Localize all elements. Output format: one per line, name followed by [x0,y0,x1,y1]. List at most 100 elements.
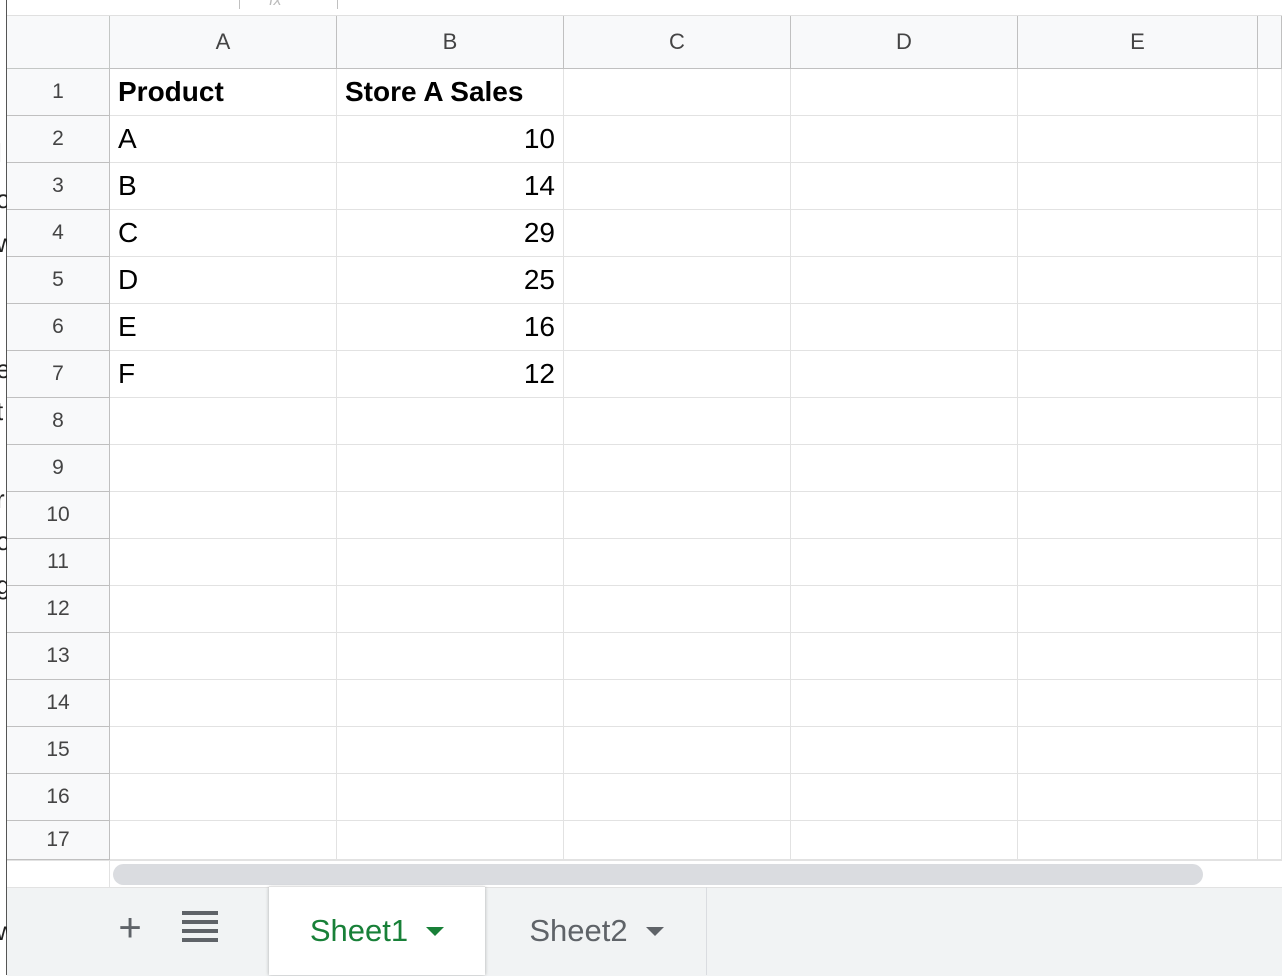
horizontal-scrollbar[interactable] [113,864,1203,885]
cell-c2[interactable] [564,116,791,163]
cell-b14[interactable] [337,680,564,727]
cell-f14[interactable] [1258,680,1282,727]
cell-c14[interactable] [564,680,791,727]
cell-c17[interactable] [564,821,791,860]
cell-b15[interactable] [337,727,564,774]
cell-f11[interactable] [1258,539,1282,586]
cell-f8[interactable] [1258,398,1282,445]
tab-sheet2[interactable]: Sheet2 [487,887,707,975]
cell-c9[interactable] [564,445,791,492]
cell-d14[interactable] [791,680,1018,727]
chevron-down-icon[interactable] [426,926,445,936]
cell-f15[interactable] [1258,727,1282,774]
tab-sheet1[interactable]: Sheet1 [269,887,485,975]
row-header-14[interactable]: 14 [7,680,110,727]
cell-e14[interactable] [1018,680,1258,727]
chevron-down-icon[interactable] [645,926,664,936]
cell-d9[interactable] [791,445,1018,492]
row-header-12[interactable]: 12 [7,586,110,633]
cell-a6[interactable]: E [110,304,337,351]
row-header-10[interactable]: 10 [7,492,110,539]
cell-d17[interactable] [791,821,1018,860]
row-header-7[interactable]: 7 [7,351,110,398]
cell-e2[interactable] [1018,116,1258,163]
cell-a15[interactable] [110,727,337,774]
cell-a17[interactable] [110,821,337,860]
cell-d10[interactable] [791,492,1018,539]
cell-f5[interactable] [1258,257,1282,304]
cell-c5[interactable] [564,257,791,304]
cell-d13[interactable] [791,633,1018,680]
cell-d4[interactable] [791,210,1018,257]
cell-e4[interactable] [1018,210,1258,257]
row-header-1[interactable]: 1 [7,69,110,116]
cell-f3[interactable] [1258,163,1282,210]
cell-d2[interactable] [791,116,1018,163]
cell-f17[interactable] [1258,821,1282,860]
cell-a2[interactable]: A [110,116,337,163]
select-all-corner[interactable] [7,16,114,73]
cell-b4[interactable]: 29 [337,210,564,257]
cell-f6[interactable] [1258,304,1282,351]
cell-b8[interactable] [337,398,564,445]
cell-f13[interactable] [1258,633,1282,680]
cell-e6[interactable] [1018,304,1258,351]
cell-e8[interactable] [1018,398,1258,445]
cell-e16[interactable] [1018,774,1258,821]
cell-b5[interactable]: 25 [337,257,564,304]
row-header-15[interactable]: 15 [7,727,110,774]
column-header-a[interactable]: A [110,16,337,69]
cell-b9[interactable] [337,445,564,492]
cell-a11[interactable] [110,539,337,586]
cell-e9[interactable] [1018,445,1258,492]
row-header-11[interactable]: 11 [7,539,110,586]
cell-c10[interactable] [564,492,791,539]
cell-b6[interactable]: 16 [337,304,564,351]
cell-a12[interactable] [110,586,337,633]
cell-f1[interactable] [1258,69,1282,116]
all-sheets-button[interactable] [182,911,218,945]
cell-c8[interactable] [564,398,791,445]
cell-c1[interactable] [564,69,791,116]
cell-c16[interactable] [564,774,791,821]
cell-a7[interactable]: F [110,351,337,398]
cell-e5[interactable] [1018,257,1258,304]
column-header-d[interactable]: D [791,16,1018,69]
cell-e7[interactable] [1018,351,1258,398]
cell-a9[interactable] [110,445,337,492]
cell-f10[interactable] [1258,492,1282,539]
cell-f4[interactable] [1258,210,1282,257]
cell-d6[interactable] [791,304,1018,351]
cell-a10[interactable] [110,492,337,539]
cell-e12[interactable] [1018,586,1258,633]
cell-e17[interactable] [1018,821,1258,860]
cell-b7[interactable]: 12 [337,351,564,398]
row-header-4[interactable]: 4 [7,210,110,257]
cell-d12[interactable] [791,586,1018,633]
cell-a4[interactable]: C [110,210,337,257]
add-sheet-button[interactable]: + [108,906,152,950]
cell-b2[interactable]: 10 [337,116,564,163]
cell-d8[interactable] [791,398,1018,445]
column-header-f[interactable] [1258,16,1282,69]
cell-e10[interactable] [1018,492,1258,539]
cell-d15[interactable] [791,727,1018,774]
cell-c6[interactable] [564,304,791,351]
cell-b1[interactable]: Store A Sales [337,69,564,116]
cell-b11[interactable] [337,539,564,586]
cell-e15[interactable] [1018,727,1258,774]
cell-c7[interactable] [564,351,791,398]
cell-a3[interactable]: B [110,163,337,210]
cell-d3[interactable] [791,163,1018,210]
cell-e3[interactable] [1018,163,1258,210]
cell-f2[interactable] [1258,116,1282,163]
cell-d5[interactable] [791,257,1018,304]
cell-c12[interactable] [564,586,791,633]
column-header-e[interactable]: E [1018,16,1258,69]
cell-e1[interactable] [1018,69,1258,116]
cell-c3[interactable] [564,163,791,210]
row-header-9[interactable]: 9 [7,445,110,492]
cell-d16[interactable] [791,774,1018,821]
cell-a13[interactable] [110,633,337,680]
row-header-8[interactable]: 8 [7,398,110,445]
